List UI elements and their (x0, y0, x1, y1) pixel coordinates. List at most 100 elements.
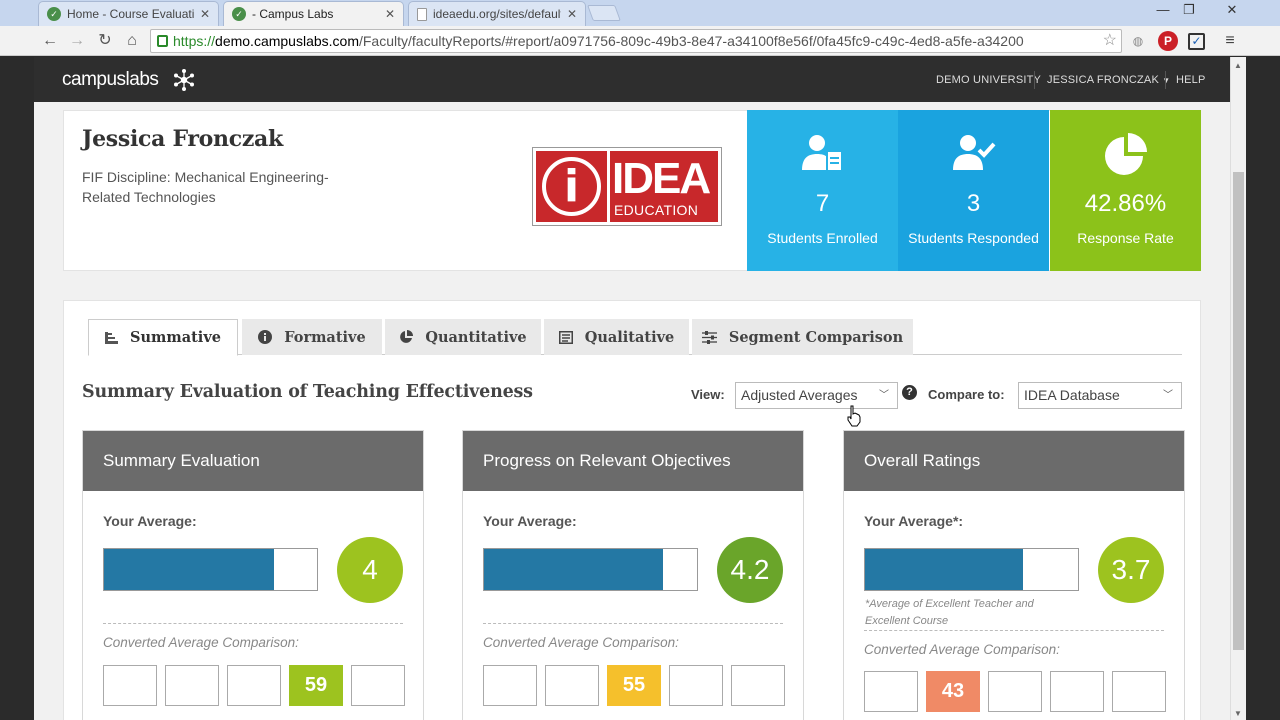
forward-arrow-icon[interactable]: → (67, 31, 87, 51)
help-icon[interactable]: ? (902, 385, 917, 400)
score-badge: 4.2 (717, 537, 783, 603)
converted-average-label: Converted Average Comparison: (864, 642, 1060, 657)
home-icon[interactable]: ⌂ (122, 31, 142, 51)
footnote-line: Excellent Course (865, 615, 949, 627)
view-label: View: (691, 387, 725, 402)
browser-tab-home[interactable]: ✓ Home - Course Evaluation ✕ (38, 1, 219, 26)
footnote-line: *Average of Excellent Teacher and (865, 598, 1034, 610)
discipline-line: FIF Discipline: Mechanical Engineering- (82, 169, 329, 185)
your-average-label: Your Average: (483, 513, 577, 529)
scroll-down-arrow-icon[interactable]: ▼ (1234, 709, 1242, 718)
checkbox-extension-icon[interactable]: ✓ (1188, 33, 1205, 50)
close-window-icon[interactable]: ✕ (1210, 2, 1254, 18)
instructor-name: Jessica Fronczak (82, 126, 283, 152)
reload-icon[interactable]: ↻ (95, 31, 115, 51)
campuslabs-network-icon (174, 69, 194, 91)
document-favicon-icon (417, 7, 427, 21)
tab-label: Formative (284, 328, 366, 346)
nav-university[interactable]: DEMO UNIVERSITY (936, 74, 1041, 86)
campuslabs-logo[interactable]: campuslabs (62, 69, 159, 91)
browser-tab-ideaedu[interactable]: ideaedu.org/sites/default/ ✕ (408, 1, 586, 26)
sliders-icon (701, 330, 717, 344)
compare-select[interactable]: IDEA Database ﹀ (1018, 382, 1182, 409)
panel-progress-objectives: Progress on Relevant Objectives Your Ave… (462, 430, 804, 720)
tab-quantitative[interactable]: Quantitative (385, 319, 541, 355)
nav-user-name: JESSICA FRONCZAK (1047, 74, 1159, 86)
average-bar-fill (104, 549, 275, 590)
panel-summary-evaluation: Summary Evaluation Your Average: 4 Conve… (82, 430, 424, 720)
tab-label: Quantitative (425, 328, 527, 346)
close-tab-icon[interactable]: ✕ (200, 7, 210, 21)
comparison-box (731, 665, 785, 706)
report-tabs: Summative Formative Quantitative Qualita… (88, 319, 1182, 356)
address-bar[interactable]: https://demo.campuslabs.com/Faculty/facu… (150, 29, 1122, 53)
page-scrollbar[interactable]: ▲ ▼ (1230, 57, 1246, 720)
average-bar (864, 548, 1079, 591)
compare-label: Compare to: (928, 387, 1005, 402)
url-host: demo.campuslabs.com (215, 33, 359, 49)
menu-hamburger-icon[interactable]: ≡ (1220, 31, 1240, 51)
view-select[interactable]: Adjusted Averages ﹀ (735, 382, 898, 409)
chevron-down-icon: ﹀ (1163, 390, 1173, 401)
tab-summative[interactable]: Summative (88, 319, 238, 356)
close-tab-icon[interactable]: ✕ (567, 7, 577, 21)
comparison-box (988, 671, 1042, 712)
compare-select-value: IDEA Database (1024, 387, 1120, 403)
discipline-text: FIF Discipline: Mechanical Engineering- … (82, 167, 362, 207)
app-header: campuslabs DEMO UNIVERSITY JESSICA FRONC… (34, 57, 1230, 102)
comparison-box (103, 665, 157, 706)
tab-formative[interactable]: Formative (242, 319, 382, 355)
back-arrow-icon[interactable]: ← (40, 31, 60, 51)
stat-response-rate: 42.86% Response Rate (1050, 110, 1201, 271)
lock-icon (157, 35, 168, 47)
nav-help[interactable]: HELP (1176, 74, 1206, 86)
divider (103, 623, 403, 624)
score-badge: 3.7 (1098, 537, 1164, 603)
tab-label: Summative (130, 329, 221, 346)
panel-title: Overall Ratings (844, 431, 1184, 491)
tab-segment-comparison[interactable]: Segment Comparison (692, 319, 913, 355)
nav-user-menu[interactable]: JESSICA FRONCZAK ▼ (1047, 74, 1170, 86)
extension-icon[interactable]: ◍ (1128, 31, 1148, 51)
pinterest-icon[interactable]: P (1158, 31, 1178, 51)
score-badge: 4 (337, 537, 403, 603)
view-select-value: Adjusted Averages (741, 387, 858, 403)
panel-title: Summary Evaluation (83, 431, 423, 491)
new-tab-button[interactable] (587, 5, 621, 21)
close-tab-icon[interactable]: ✕ (385, 7, 395, 21)
converted-average-label: Converted Average Comparison: (103, 635, 299, 650)
pie-chart-icon (1104, 133, 1147, 175)
comparison-box (351, 665, 405, 706)
scrollbar-thumb[interactable] (1233, 172, 1244, 650)
stat-value: 7 (815, 190, 830, 217)
minimize-window-icon[interactable]: — (1150, 2, 1176, 17)
logo-letter: i (542, 157, 601, 216)
comparison-box (669, 665, 723, 706)
logo-word: IDEA (612, 154, 711, 203)
stat-label: Students Responded (908, 230, 1039, 246)
tab-qualitative[interactable]: Qualitative (544, 319, 689, 355)
bar-chart-icon (105, 331, 119, 344)
tab-label: Segment Comparison (728, 328, 904, 346)
url-scheme: https:// (173, 33, 216, 49)
browser-tab-campuslabs[interactable]: ✓ - Campus Labs ✕ (223, 1, 404, 26)
browser-tabstrip: ✓ Home - Course Evaluation ✕ ✓ - Campus … (0, 0, 1280, 26)
divider (483, 623, 783, 624)
comparison-boxes: 59 (103, 665, 405, 706)
student-enrolled-icon (801, 135, 843, 172)
restore-window-icon[interactable]: ❐ (1176, 2, 1202, 18)
info-icon (258, 330, 273, 344)
section-title: Summary Evaluation of Teaching Effective… (82, 382, 533, 402)
scroll-up-arrow-icon[interactable]: ▲ (1234, 61, 1242, 70)
stat-value: 3 (966, 190, 981, 217)
idea-education-logo: i IDEA EDUCATION (532, 147, 722, 226)
average-bar (483, 548, 698, 591)
chevron-down-icon: ﹀ (879, 390, 889, 401)
bookmark-star-icon[interactable]: ☆ (1103, 30, 1117, 52)
converted-average-label: Converted Average Comparison: (483, 635, 679, 650)
browser-tab-title: ideaedu.org/sites/default/ (433, 7, 561, 21)
stat-value: 42.86% (1084, 190, 1167, 217)
url-path: /Faculty/facultyReports/#report/a0971756… (358, 33, 1024, 49)
campuslabs-favicon-icon: ✓ (232, 7, 246, 21)
panel-title: Progress on Relevant Objectives (463, 431, 803, 491)
